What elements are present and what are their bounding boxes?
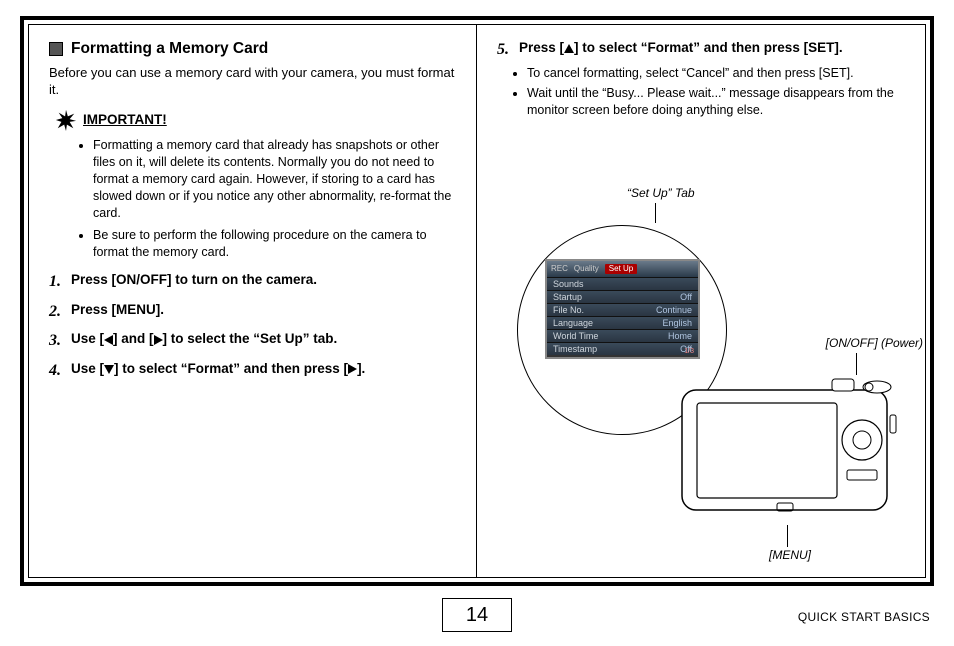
- screen-tab-rec: REC: [551, 264, 568, 275]
- step-5: 5. Press [ ] to select “Format” and then …: [497, 39, 907, 61]
- footer-section-label: QUICK START BASICS: [798, 610, 930, 624]
- row-val: Home: [668, 330, 692, 342]
- screen-row: File No. Continue: [547, 303, 698, 316]
- step3-part-b: ] and [: [113, 331, 154, 346]
- row-key: File No.: [553, 304, 584, 316]
- row-key: Timestamp: [553, 343, 597, 355]
- onoff-callout-label: [ON/OFF] (Power): [826, 335, 923, 351]
- burst-icon: [55, 109, 77, 131]
- row-key: Startup: [553, 291, 582, 303]
- inner-frame: Formatting a Memory Card Before you can …: [28, 24, 926, 578]
- step-3: 3. Use [ ] and [ ] to select the “Set Up” …: [49, 330, 458, 352]
- triangle-up-icon: [564, 44, 574, 53]
- manual-page: Formatting a Memory Card Before you can …: [0, 0, 954, 646]
- screen-row: TimestampOff: [547, 342, 698, 355]
- screen-row: Sounds: [547, 277, 698, 290]
- step4-part-a: Use [: [71, 361, 104, 376]
- page-footer: 14 QUICK START BASICS: [20, 598, 934, 638]
- step-number: 1.: [49, 271, 71, 293]
- step-body: Use [ ] and [ ] to select the “Set Up” tab…: [71, 330, 458, 352]
- section-title: Formatting a Memory Card: [71, 39, 268, 60]
- important-label-row: IMPORTANT!: [55, 109, 458, 131]
- step-body: Press [ ] to select “Format” and then pre…: [519, 39, 907, 61]
- right-column: 5. Press [ ] to select “Format” and then …: [477, 25, 925, 577]
- screen-tab-bar: REC Quality Set Up: [547, 261, 698, 277]
- sub-bullet: To cancel formatting, select “Cancel” an…: [527, 65, 907, 82]
- step5-part-a: Press [: [519, 40, 564, 55]
- triangle-down-icon: [104, 365, 114, 374]
- section-square-icon: [49, 42, 63, 56]
- camera-line-drawing: [677, 375, 902, 520]
- important-box: IMPORTANT! Formatting a memory card that…: [55, 109, 458, 261]
- triangle-left-icon: [104, 335, 113, 345]
- figure-area: “Set Up” Tab REC Quality Set Up Sounds: [477, 185, 925, 563]
- step-body: Press [ON/OFF] to turn on the camera.: [71, 271, 458, 293]
- step-number: 3.: [49, 330, 71, 352]
- important-bullets: Formatting a memory card that already ha…: [93, 137, 458, 261]
- step5-part-b: ] to select “Format” and then press [SET…: [574, 40, 843, 55]
- step-number: 4.: [49, 360, 71, 382]
- screen-row: Language English: [547, 316, 698, 329]
- step-number: 2.: [49, 301, 71, 323]
- screen-row: World Time Home: [547, 329, 698, 342]
- menu-callout-line: [787, 525, 788, 547]
- intro-text: Before you can use a memory card with yo…: [49, 64, 458, 99]
- step4-part-b: ] to select “Format” and then press [: [114, 361, 348, 376]
- step5-sub-bullets: To cancel formatting, select “Cancel” an…: [527, 65, 907, 120]
- important-bullet: Be sure to perform the following procedu…: [93, 227, 458, 261]
- step3-part-a: Use [: [71, 331, 104, 346]
- row-key: Language: [553, 317, 593, 329]
- onoff-callout-line: [856, 353, 857, 375]
- step-number: 5.: [497, 39, 519, 61]
- left-column: Formatting a Memory Card Before you can …: [29, 25, 477, 577]
- setup-callout-line: [655, 203, 656, 223]
- screen-tab-setup: Set Up: [605, 264, 637, 275]
- important-bullet: Formatting a memory card that already ha…: [93, 137, 458, 221]
- section-heading: Formatting a Memory Card: [49, 39, 458, 60]
- step-body: Use [ ] to select “Format” and then press…: [71, 360, 458, 382]
- setup-tab-callout-label: “Set Up” Tab: [627, 185, 695, 201]
- row-key: World Time: [553, 330, 598, 342]
- page-number: 14: [442, 598, 512, 632]
- triangle-right-icon: [348, 364, 357, 374]
- step-2: 2. Press [MENU].: [49, 301, 458, 323]
- screen-row: Startup Off: [547, 290, 698, 303]
- sub-bullet: Wait until the “Busy... Please wait...” …: [527, 85, 907, 119]
- triangle-right-icon: [154, 335, 163, 345]
- important-heading: IMPORTANT!: [83, 111, 167, 129]
- row-val: Continue: [656, 304, 692, 316]
- step-1: 1. Press [ON/OFF] to turn on the camera.: [49, 271, 458, 293]
- step4-part-c: ].: [357, 361, 365, 376]
- step-body: Press [MENU].: [71, 301, 458, 323]
- screen-page-indicator: 1/3: [684, 347, 694, 356]
- screen-tab-quality: Quality: [574, 264, 599, 275]
- row-key: Sounds: [553, 278, 584, 290]
- menu-callout-label: [MENU]: [769, 547, 811, 563]
- step-4: 4. Use [ ] to select “Format” and then pr…: [49, 360, 458, 382]
- row-val: Off: [680, 291, 692, 303]
- camera-screen-thumbnail: REC Quality Set Up Sounds Startup Off Fil…: [545, 259, 700, 359]
- row-val: English: [662, 317, 692, 329]
- step3-part-c: ] to select the “Set Up” tab.: [163, 331, 338, 346]
- outer-frame: Formatting a Memory Card Before you can …: [20, 16, 934, 586]
